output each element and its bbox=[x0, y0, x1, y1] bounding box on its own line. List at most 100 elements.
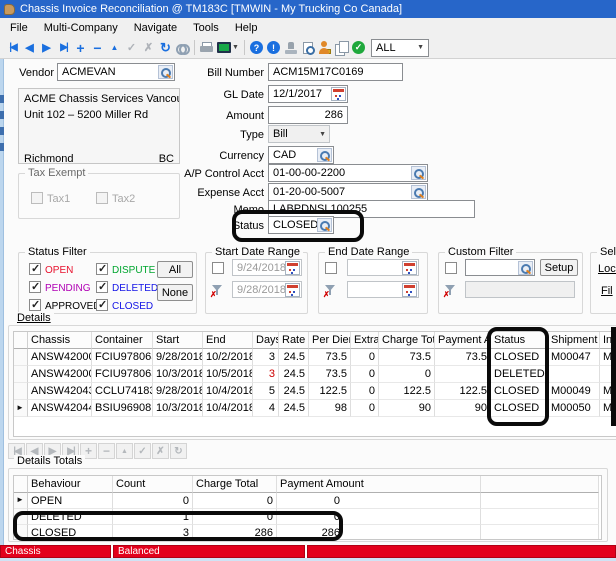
approve-button[interactable]: ✓ bbox=[350, 39, 367, 56]
first-record-button[interactable]: |◀ bbox=[4, 39, 21, 56]
nav-edit-button[interactable]: ▲ bbox=[116, 443, 133, 459]
nav-cancel-button[interactable]: ✗ bbox=[152, 443, 169, 459]
delete-record-button[interactable]: − bbox=[89, 39, 106, 56]
cell-start[interactable]: 9/28/2018 bbox=[153, 349, 203, 366]
cell-chassis[interactable]: ANSW420004 bbox=[28, 349, 92, 366]
prior-record-button[interactable]: ◀ bbox=[21, 39, 38, 56]
cell-payment-amt[interactable]: 90 bbox=[435, 400, 491, 417]
stamp-button[interactable] bbox=[282, 39, 299, 56]
cell-end[interactable]: 10/4/2018 bbox=[203, 400, 253, 417]
cell-start[interactable]: 10/3/2018 bbox=[153, 366, 203, 383]
filter-dispute-checkbox[interactable] bbox=[96, 263, 108, 275]
end-range-to-field[interactable] bbox=[347, 281, 419, 298]
custom-filter-lookup-button[interactable] bbox=[518, 261, 533, 275]
cell-start[interactable]: 10/3/2018 bbox=[153, 400, 203, 417]
cell-behaviour[interactable]: CLOSED bbox=[28, 525, 113, 540]
insert-record-button[interactable]: + bbox=[72, 39, 89, 56]
select-link-locate[interactable]: Loca bbox=[598, 263, 616, 275]
cell-payment-amount[interactable]: 286 bbox=[277, 525, 481, 540]
tax1-checkbox[interactable] bbox=[31, 192, 43, 204]
cell-behaviour[interactable]: OPEN bbox=[28, 493, 113, 509]
cell-container[interactable]: BSIU969081 bbox=[92, 400, 153, 417]
start-to-calendar-button[interactable] bbox=[285, 283, 300, 297]
cell-charge-total[interactable]: 73.5 bbox=[379, 349, 435, 366]
help-button[interactable]: ? bbox=[248, 39, 265, 56]
cell-per-diem[interactable]: 98 bbox=[309, 400, 351, 417]
bill-number-field[interactable]: ACM15M17C0169 bbox=[268, 63, 403, 81]
currency-field[interactable]: CAD bbox=[268, 146, 334, 164]
menu-help[interactable]: Help bbox=[227, 20, 266, 36]
table-row[interactable]: ANSW420004 FCIU978063 9/28/2018 10/2/201… bbox=[14, 349, 616, 366]
menu-multi-company[interactable]: Multi-Company bbox=[36, 20, 126, 36]
gl-date-calendar-button[interactable] bbox=[331, 87, 346, 101]
cell-rate[interactable]: 24.5 bbox=[279, 366, 309, 383]
nav-delete-button[interactable]: − bbox=[98, 443, 115, 459]
type-combobox[interactable]: Bill ▼ bbox=[268, 125, 330, 143]
cell-container[interactable]: CCLU7418308 bbox=[92, 383, 153, 400]
cell-shipment[interactable]: M00047 bbox=[548, 349, 600, 366]
cell-end[interactable]: 10/4/2018 bbox=[203, 383, 253, 400]
cell-chassis[interactable]: ANSW420004 bbox=[28, 366, 92, 383]
cell-rate[interactable]: 24.5 bbox=[279, 400, 309, 417]
cell-end[interactable]: 10/5/2018 bbox=[203, 366, 253, 383]
table-row[interactable]: ANSW420439 CCLU7418308 9/28/2018 10/4/20… bbox=[14, 383, 616, 400]
filter-deleted-checkbox[interactable] bbox=[96, 281, 108, 293]
menu-file[interactable]: File bbox=[2, 20, 36, 36]
cell-inv[interactable]: M0 bbox=[600, 400, 616, 417]
cell-per-diem[interactable]: 73.5 bbox=[309, 349, 351, 366]
cell-extra[interactable]: 0 bbox=[351, 366, 379, 383]
totals-row-open[interactable]: ► OPEN 0 0 0 bbox=[14, 493, 601, 509]
currency-lookup-button[interactable] bbox=[317, 148, 332, 162]
cell-inv[interactable]: M0 bbox=[600, 383, 616, 400]
cell-shipment[interactable]: M00049 bbox=[548, 383, 600, 400]
end-to-calendar-button[interactable] bbox=[402, 283, 417, 297]
filter-open-checkbox[interactable] bbox=[29, 263, 41, 275]
copy-button[interactable] bbox=[333, 39, 350, 56]
about-button[interactable]: ! bbox=[265, 39, 282, 56]
nav-post-button[interactable]: ✓ bbox=[134, 443, 151, 459]
cell-charge-total[interactable]: 0 bbox=[193, 509, 277, 525]
cell-inv[interactable] bbox=[600, 366, 616, 383]
cell-extra[interactable]: 0 bbox=[351, 400, 379, 417]
custom-filter-setup-button[interactable]: Setup bbox=[540, 259, 578, 276]
tax2-checkbox[interactable] bbox=[96, 192, 108, 204]
cell-charge-total[interactable]: 122.5 bbox=[379, 383, 435, 400]
print-preview-button[interactable] bbox=[299, 39, 316, 56]
table-row[interactable]: ANSW420004 FCIU978063 10/3/2018 10/5/201… bbox=[14, 366, 616, 383]
cell-end[interactable]: 10/2/2018 bbox=[203, 349, 253, 366]
totals-row-closed[interactable]: CLOSED 3 286 286 bbox=[14, 525, 601, 540]
cell-days[interactable]: 3 bbox=[253, 366, 279, 383]
cell-charge-total[interactable]: 0 bbox=[193, 493, 277, 509]
custom-filter-field[interactable] bbox=[465, 259, 535, 276]
post-button[interactable]: ✓ bbox=[123, 39, 140, 56]
cell-per-diem[interactable]: 122.5 bbox=[309, 383, 351, 400]
filter-all-button[interactable]: All bbox=[157, 261, 193, 278]
cell-payment-amt[interactable]: 122.5 bbox=[435, 383, 491, 400]
cell-rate[interactable]: 24.5 bbox=[279, 383, 309, 400]
ap-control-acct-lookup-button[interactable] bbox=[411, 166, 426, 180]
cell-extra[interactable]: 0 bbox=[351, 349, 379, 366]
cell-container[interactable]: FCIU978063 bbox=[92, 366, 153, 383]
cell-days[interactable]: 3 bbox=[253, 349, 279, 366]
menu-navigate[interactable]: Navigate bbox=[126, 20, 185, 36]
table-row-selected[interactable]: ► ANSW420442 BSIU969081 10/3/2018 10/4/2… bbox=[14, 400, 616, 417]
start-from-calendar-button[interactable] bbox=[285, 261, 300, 275]
status-field[interactable]: CLOSED bbox=[268, 216, 334, 234]
cell-start[interactable]: 9/28/2018 bbox=[153, 383, 203, 400]
start-range-to-field[interactable]: 9/28/2018 bbox=[232, 281, 302, 298]
filter-approved-checkbox[interactable] bbox=[29, 299, 41, 311]
nav-refresh-button[interactable]: ↻ bbox=[170, 443, 187, 459]
last-record-button[interactable]: ▶| bbox=[55, 39, 72, 56]
filter-pending-checkbox[interactable] bbox=[29, 281, 41, 293]
filter-none-button[interactable]: None bbox=[157, 284, 193, 301]
end-range-from-field[interactable] bbox=[347, 259, 419, 276]
cell-container[interactable]: FCIU978063 bbox=[92, 349, 153, 366]
cell-payment-amt[interactable]: 73.5 bbox=[435, 349, 491, 366]
edit-record-button[interactable]: ▲ bbox=[106, 39, 123, 56]
status-lookup-button[interactable] bbox=[317, 218, 332, 232]
start-range-filter-clear-icon[interactable]: ✗ bbox=[211, 284, 225, 297]
custom-filter-clear-icon[interactable]: ✗ bbox=[444, 284, 458, 297]
cancel-button[interactable]: ✗ bbox=[140, 39, 157, 56]
cell-payment-amount[interactable]: 0 bbox=[277, 509, 481, 525]
end-range-enable-checkbox[interactable] bbox=[325, 262, 337, 274]
